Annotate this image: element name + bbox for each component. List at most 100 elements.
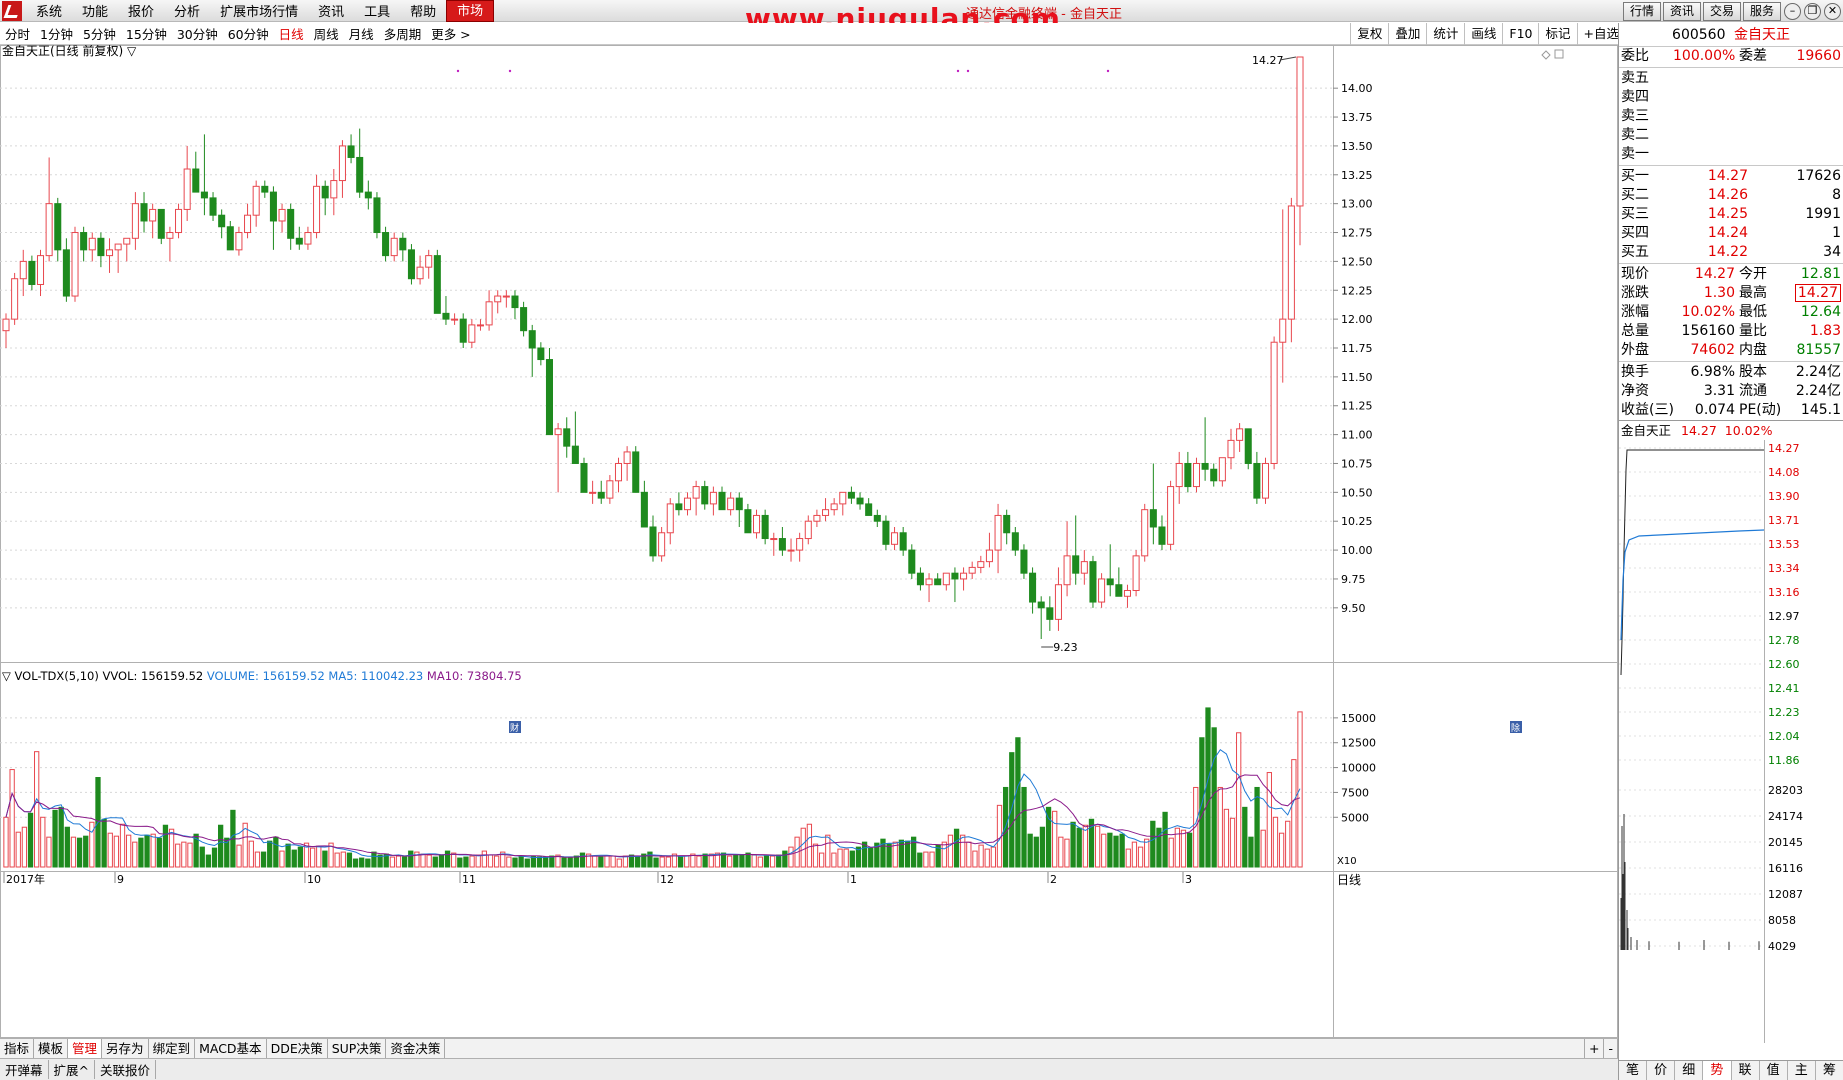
volume-bar	[782, 850, 788, 868]
sell-row: 卖二	[1619, 126, 1843, 145]
danmu-toggle[interactable]: 开弹幕	[0, 1060, 49, 1079]
mini-tab[interactable]: 筹	[1816, 1061, 1843, 1080]
candle	[1287, 197, 1295, 343]
mini-tab[interactable]: 势	[1703, 1061, 1732, 1080]
mark-button[interactable]: 标记	[1538, 23, 1576, 45]
minimize-icon[interactable]: –	[1784, 2, 1801, 20]
mini-pct: 10.02%	[1724, 423, 1773, 438]
trade-button[interactable]: 交易	[1702, 1, 1741, 21]
candle	[718, 486, 726, 511]
period-15min[interactable]: 15分钟	[121, 24, 172, 43]
f10-button[interactable]: F10	[1502, 23, 1538, 45]
period-monthly[interactable]: 月线	[344, 24, 379, 43]
mini-tab[interactable]: 联	[1732, 1061, 1760, 1080]
mini-tab[interactable]: 值	[1760, 1061, 1788, 1080]
event-dot	[456, 69, 460, 73]
mini-price-tick: 12.78	[1768, 634, 1800, 647]
service-button[interactable]: 服务	[1742, 1, 1781, 21]
weibi-value: 100.00%	[1673, 48, 1736, 64]
period-multi[interactable]: 多周期	[379, 24, 427, 43]
mini-price-tick: 12.23	[1768, 706, 1800, 719]
stat-label: 内盘	[1739, 342, 1767, 358]
stats-button[interactable]: 统计	[1426, 23, 1464, 45]
period-tick[interactable]: 分时	[0, 24, 35, 43]
period-weekly[interactable]: 周线	[309, 24, 344, 43]
candle-body	[1132, 555, 1140, 592]
tab-template[interactable]: 模板	[34, 1039, 69, 1058]
period-60min[interactable]: 60分钟	[223, 24, 274, 43]
candle-body	[330, 180, 338, 199]
candle	[960, 567, 968, 591]
candle	[425, 249, 433, 279]
candle-body	[649, 526, 657, 557]
period-1min[interactable]: 1分钟	[35, 24, 78, 43]
volume-bar	[677, 855, 684, 868]
menu-quote[interactable]: 报价	[118, 1, 164, 20]
tab-manage[interactable]: 管理	[68, 1039, 103, 1058]
adjust-button[interactable]: 复权	[1350, 23, 1388, 45]
menu-function[interactable]: 功能	[72, 1, 118, 20]
volume-bar	[506, 856, 512, 868]
mini-intraday-chart[interactable]: 14.27 14.08 13.90 13.71 13.53 13.34 13.16 12.97…	[1619, 440, 1843, 1043]
menu-help[interactable]: 帮助	[400, 1, 446, 20]
candle-body	[295, 237, 303, 245]
tab-indicator[interactable]: 指标	[0, 1039, 35, 1058]
candle	[761, 509, 769, 545]
mini-chart-header: 金自天正 14.27 10.02%	[1619, 420, 1843, 440]
candle-body	[80, 232, 88, 251]
candle	[390, 232, 398, 262]
candle	[442, 296, 450, 325]
mini-tab[interactable]: 细	[1675, 1061, 1704, 1080]
tab-sup[interactable]: SUP决策	[328, 1039, 387, 1058]
stock-name: 金自天正	[1733, 27, 1790, 43]
tab-bind-to[interactable]: 绑定到	[149, 1039, 196, 1058]
candle	[1098, 573, 1106, 608]
draw-button[interactable]: 画线	[1464, 23, 1502, 45]
restore-icon[interactable]: ❐	[1804, 2, 1821, 20]
volume-bar	[34, 751, 40, 868]
zoom-in-button[interactable]: +	[1584, 1039, 1605, 1058]
menu-ext-market[interactable]: 扩展市场行情	[210, 1, 308, 20]
volume-bar	[1162, 811, 1168, 868]
quote-button[interactable]: 行情	[1622, 1, 1661, 21]
volume-bar	[119, 823, 126, 868]
linked-quote-toggle[interactable]: 关联报价	[95, 1060, 157, 1079]
tab-save-as[interactable]: 另存为	[102, 1039, 149, 1058]
period-30min[interactable]: 30分钟	[172, 24, 223, 43]
candle-body	[45, 203, 53, 257]
menu-market[interactable]: 市场	[446, 0, 495, 22]
volume-bar	[27, 812, 34, 868]
mini-tab[interactable]: 价	[1647, 1061, 1676, 1080]
extend-toggle[interactable]: 扩展^	[49, 1060, 95, 1079]
volume-bar	[279, 850, 285, 868]
candle-body	[476, 324, 484, 327]
price-tick-label: 11.00	[1341, 429, 1373, 442]
close-icon[interactable]: ✕	[1824, 2, 1841, 20]
tab-dde[interactable]: DDE决策	[267, 1039, 328, 1058]
period-more[interactable]: 更多 >	[426, 24, 475, 43]
kline-chart-area[interactable]: 金自天正(日线 前复权) ▽ 14.00 13.75 13.50 13.25 13.00 1…	[0, 45, 1618, 1038]
period-5min[interactable]: 5分钟	[78, 24, 121, 43]
tab-fund[interactable]: 资金决策	[386, 1039, 446, 1058]
mini-price-tick: 13.16	[1768, 586, 1800, 599]
candle	[97, 232, 105, 268]
buy-row: 买四 14.24 1	[1619, 224, 1843, 243]
volume-bar	[365, 858, 371, 868]
menu-news[interactable]: 资讯	[308, 1, 354, 20]
kline-chart-svg[interactable]: 金自天正(日线 前复权) ▽ 14.00 13.75 13.50 13.25 13.00 1…	[0, 45, 1618, 1038]
news-button[interactable]: 资讯	[1662, 1, 1701, 21]
menu-analysis[interactable]: 分析	[164, 1, 210, 20]
overlay-button[interactable]: 叠加	[1388, 23, 1426, 45]
candle	[1192, 457, 1200, 493]
tab-macd[interactable]: MACD基本	[195, 1039, 267, 1058]
zoom-out-button[interactable]: -	[1604, 1039, 1618, 1058]
stat-value: 12.64	[1800, 304, 1841, 320]
mini-tab[interactable]: 笔	[1619, 1061, 1648, 1080]
candle	[1132, 550, 1140, 597]
menu-tools[interactable]: 工具	[354, 1, 400, 20]
period-daily[interactable]: 日线	[274, 24, 309, 43]
menu-system[interactable]: 系统	[26, 1, 72, 20]
buy-volume: 1991	[1805, 206, 1841, 222]
mini-tab[interactable]: 主	[1788, 1061, 1816, 1080]
candle	[218, 209, 226, 239]
